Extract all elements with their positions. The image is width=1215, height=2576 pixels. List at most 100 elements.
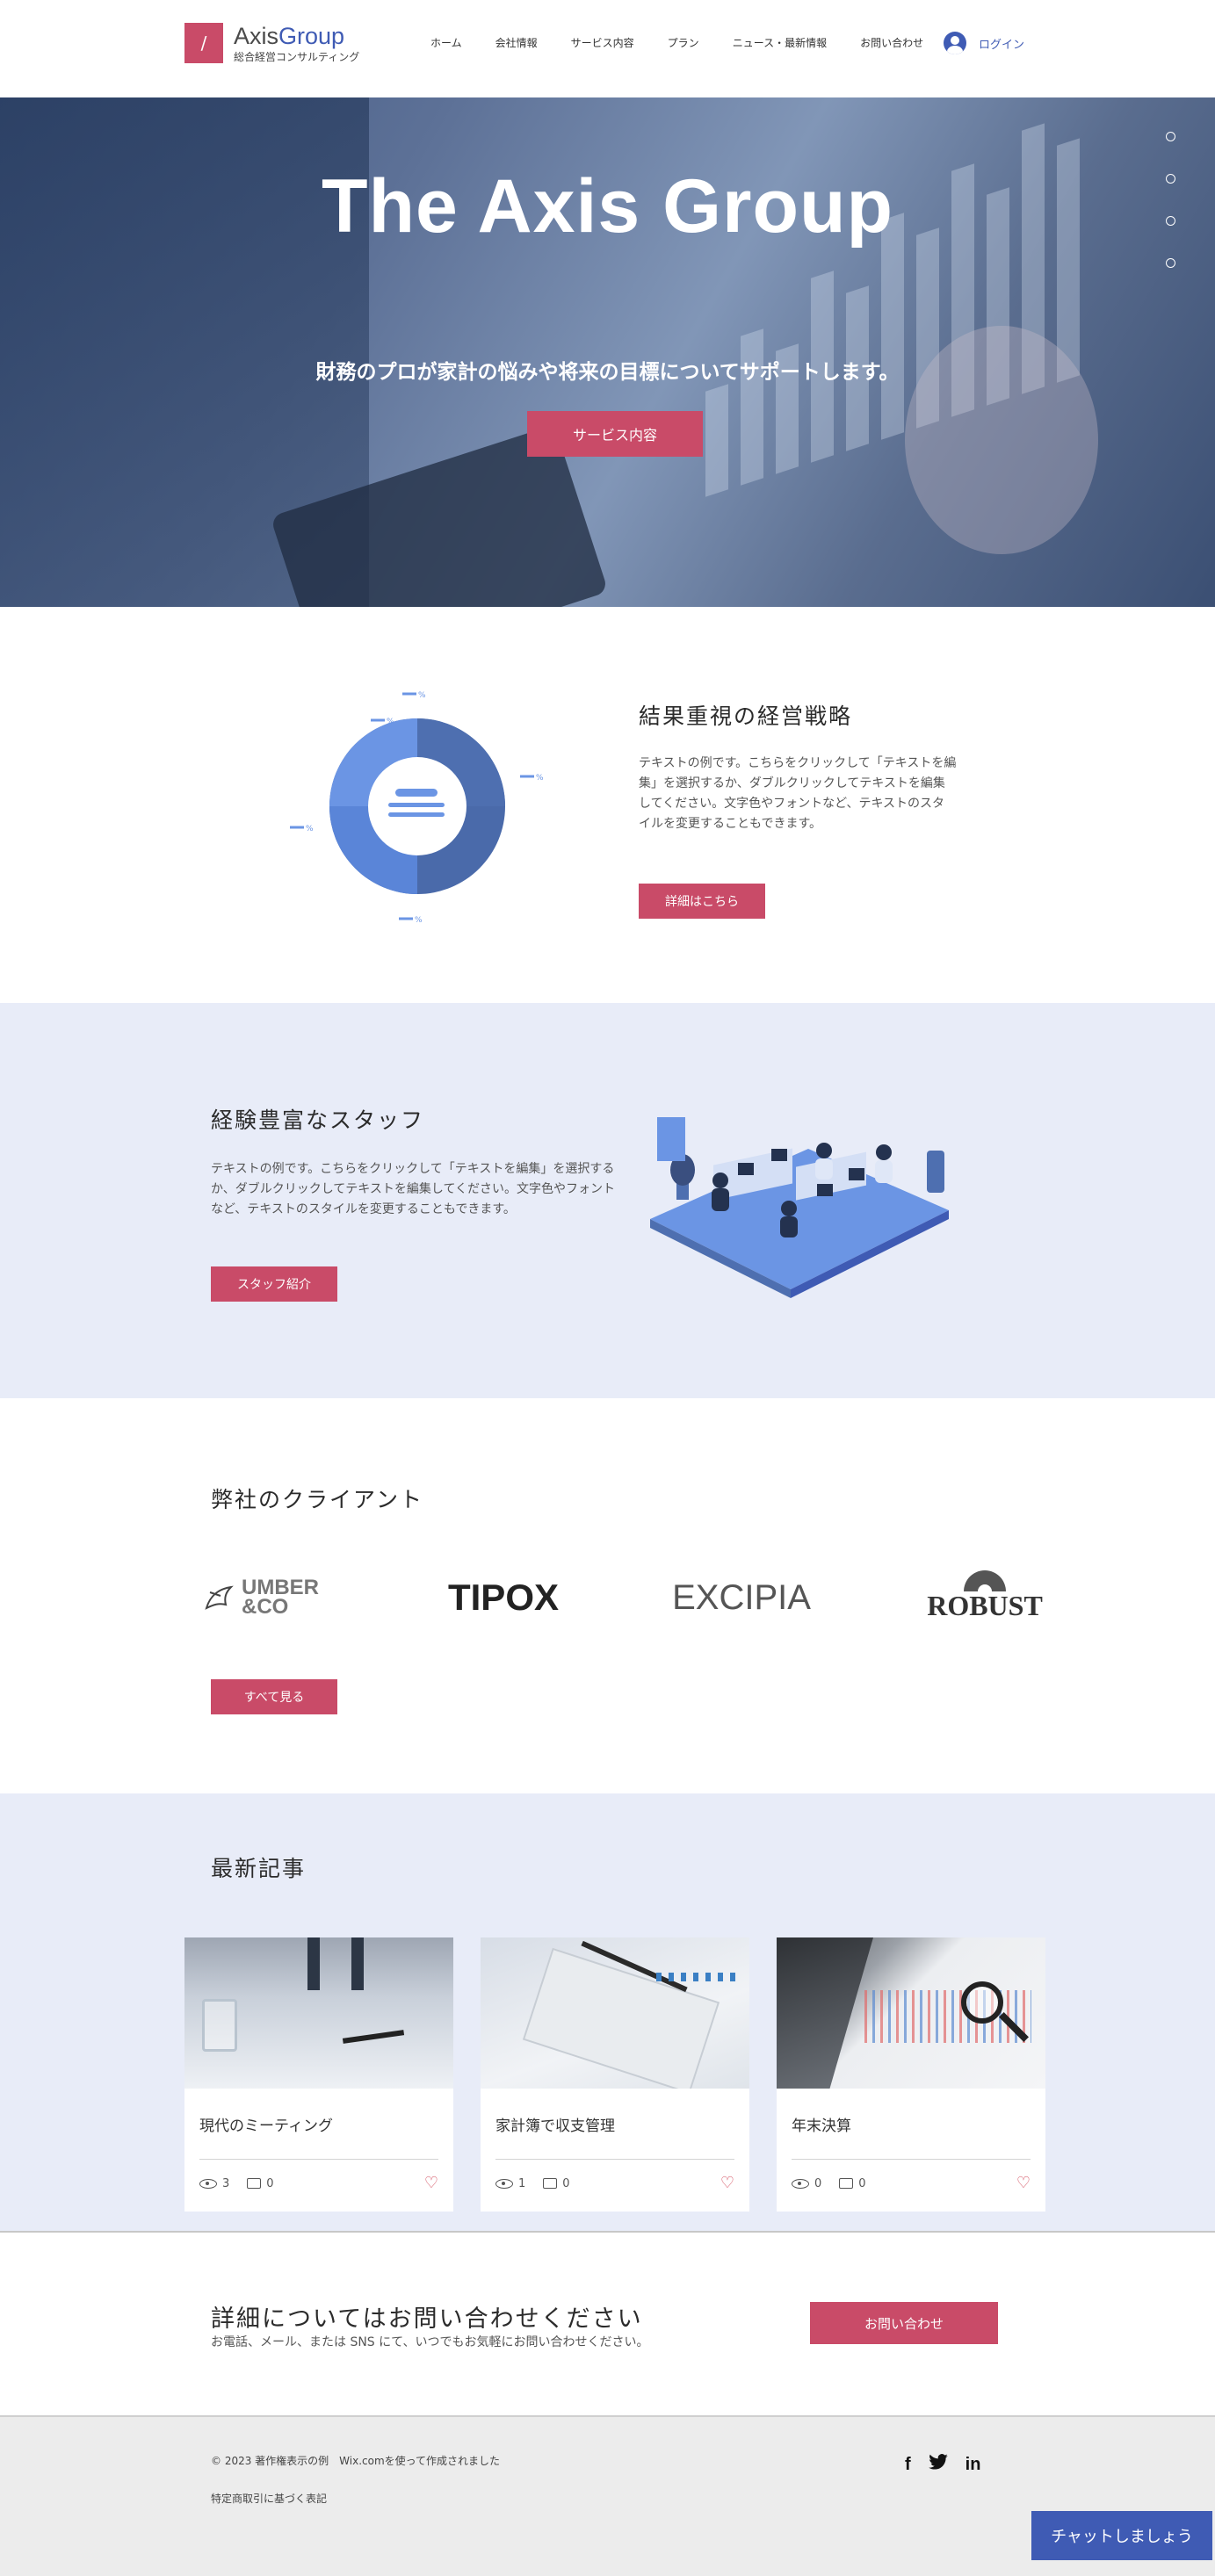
- donut-label-4: %: [306, 825, 314, 833]
- office-monitor-2: [771, 1149, 787, 1161]
- logo-mark-glyph: /: [200, 32, 207, 54]
- user-icon: [944, 32, 966, 54]
- client-logo-tipox: TIPOX: [447, 1577, 560, 1618]
- office-person-4-body: [780, 1216, 798, 1237]
- staff-title: 経験豊富なスタッフ: [211, 1108, 425, 1133]
- comments-count: 0: [266, 2176, 274, 2190]
- post-card[interactable]: 現代のミーティング 3 0 ♡: [184, 1937, 453, 2212]
- client-logo-umber-text: UMBER &CO: [242, 1576, 319, 1619]
- donut-label-2: %: [418, 691, 426, 700]
- logo-name-accent: Group: [278, 23, 345, 49]
- post-title[interactable]: 家計簿で収支管理: [495, 2113, 615, 2135]
- main-nav: ホーム 会社情報 サービス内容 プラン ニュース・最新情報 お問い合わせ: [430, 35, 957, 53]
- office-board: [657, 1117, 685, 1161]
- office-person-4: [781, 1201, 797, 1216]
- posts-title: 最新記事: [211, 1856, 307, 1881]
- twitter-icon[interactable]: [928, 2454, 948, 2475]
- post-image-calculator[interactable]: [481, 1937, 749, 2089]
- contact-title: 詳細についてはお問い合わせください: [211, 2305, 643, 2333]
- donut-center-bar-1: [395, 789, 438, 797]
- copyright-text: © 2023 著作権表示の例 Wix.comを使って作成されました: [211, 2455, 501, 2467]
- umber-icon: [205, 1585, 234, 1610]
- donut-label-1: %: [387, 718, 394, 726]
- post-divider: [792, 2159, 1031, 2160]
- donut-label-3: %: [536, 774, 544, 783]
- donut-center-bar-3: [388, 812, 445, 817]
- login-label: ログイン: [979, 38, 1025, 52]
- views-count: 3: [222, 2176, 230, 2190]
- like-heart-icon[interactable]: ♡: [720, 2176, 734, 2191]
- office-cabinet: [927, 1151, 944, 1193]
- client-logo-robust: ROBUST: [919, 1556, 1051, 1627]
- nav-home[interactable]: ホーム: [430, 35, 462, 53]
- donut-chart-illustration: % % % % %: [290, 691, 544, 922]
- hero-title: The Axis Group: [321, 164, 894, 249]
- logo-name[interactable]: AxisGroup: [234, 23, 344, 49]
- nav-news[interactable]: ニュース・最新情報: [733, 35, 827, 53]
- office-monitor-1: [738, 1163, 754, 1175]
- views-icon: [495, 2178, 513, 2189]
- strategy-text: テキストの例です。こちらをクリックして「テキストを編集」を選択するか、ダブルクリ…: [639, 756, 957, 831]
- details-button[interactable]: 詳細はこちら: [639, 884, 765, 919]
- post-title[interactable]: 年末決算: [792, 2113, 851, 2135]
- comments-count: 0: [858, 2176, 866, 2190]
- facebook-icon[interactable]: f: [905, 2455, 911, 2475]
- post-stats: 0 0 ♡: [792, 2176, 1031, 2191]
- strategy-section: [0, 607, 1215, 1003]
- contact-subtitle: お電話、メール、または SNS にて、いつでもお気軽にお問い合わせください。: [211, 2335, 649, 2349]
- post-image-meeting[interactable]: [184, 1937, 453, 2089]
- post-card[interactable]: 家計簿で収支管理 1 0 ♡: [481, 1937, 749, 2212]
- staff-button[interactable]: スタッフ紹介: [211, 1266, 337, 1302]
- client-logo-excipia: EXCIPIA: [672, 1577, 811, 1617]
- saw-blade-icon: [964, 1570, 1006, 1591]
- post-card[interactable]: 年末決算 0 0 ♡: [777, 1937, 1045, 2212]
- like-heart-icon[interactable]: ♡: [1016, 2176, 1031, 2191]
- office-person-3: [876, 1144, 892, 1160]
- post-title[interactable]: 現代のミーティング: [199, 2113, 333, 2135]
- contact-button[interactable]: お問い合わせ: [810, 2302, 998, 2344]
- comments-icon: [543, 2178, 558, 2189]
- client-logo-umber: UMBER &CO: [195, 1574, 336, 1621]
- logo-subtitle: 総合経営コンサルティング: [234, 51, 360, 63]
- comments-icon: [247, 2178, 262, 2189]
- linkedin-icon[interactable]: in: [965, 2455, 981, 2475]
- post-image-chart[interactable]: [777, 1937, 1045, 2089]
- logo-name-part: Axis: [234, 23, 279, 49]
- comments-count: 0: [562, 2176, 570, 2190]
- post-stats: 3 0 ♡: [199, 2176, 438, 2191]
- office-person-2-body: [815, 1158, 833, 1180]
- views-count: 1: [518, 2176, 526, 2190]
- views-icon: [792, 2178, 809, 2189]
- slide-dot-1[interactable]: [1166, 132, 1175, 141]
- post-divider: [495, 2159, 734, 2160]
- post-stats: 1 0 ♡: [495, 2176, 734, 2191]
- post-divider: [199, 2159, 438, 2160]
- nav-about[interactable]: 会社情報: [495, 35, 538, 53]
- office-illustration: [650, 1117, 949, 1298]
- strategy-title: 結果重視の経営戦略: [639, 704, 853, 729]
- clients-title: 弊社のクライアント: [211, 1487, 424, 1512]
- like-heart-icon[interactable]: ♡: [424, 2176, 438, 2191]
- services-button[interactable]: サービス内容: [527, 411, 703, 457]
- comments-icon: [839, 2178, 854, 2189]
- office-person-2: [816, 1143, 832, 1158]
- nav-services[interactable]: サービス内容: [571, 35, 634, 53]
- logo-mark[interactable]: /: [184, 23, 223, 63]
- nav-plans[interactable]: プラン: [668, 35, 699, 53]
- chat-button[interactable]: チャットしましょう: [1031, 2511, 1212, 2560]
- office-person-3-body: [875, 1160, 893, 1183]
- legal-notice-link[interactable]: 特定商取引に基づく表記: [211, 2491, 327, 2506]
- donut-label-5: %: [415, 916, 423, 922]
- nav-contact[interactable]: お問い合わせ: [860, 35, 923, 53]
- client-logo-robust-text: ROBUST: [927, 1590, 1043, 1621]
- views-count: 0: [814, 2176, 822, 2190]
- views-icon: [199, 2178, 217, 2189]
- office-person-1: [712, 1173, 728, 1188]
- staff-text: テキストの例です。こちらをクリックして「テキストを編集」を選択するか、ダブルクリ…: [211, 1162, 616, 1216]
- login-button[interactable]: ログイン: [944, 32, 1024, 54]
- office-monitor-3: [817, 1184, 833, 1196]
- slide-dot-4[interactable]: [1166, 258, 1175, 268]
- social-links: f in: [905, 2454, 980, 2475]
- office-monitor-4: [849, 1168, 864, 1180]
- view-all-button[interactable]: すべて見る: [211, 1679, 337, 1714]
